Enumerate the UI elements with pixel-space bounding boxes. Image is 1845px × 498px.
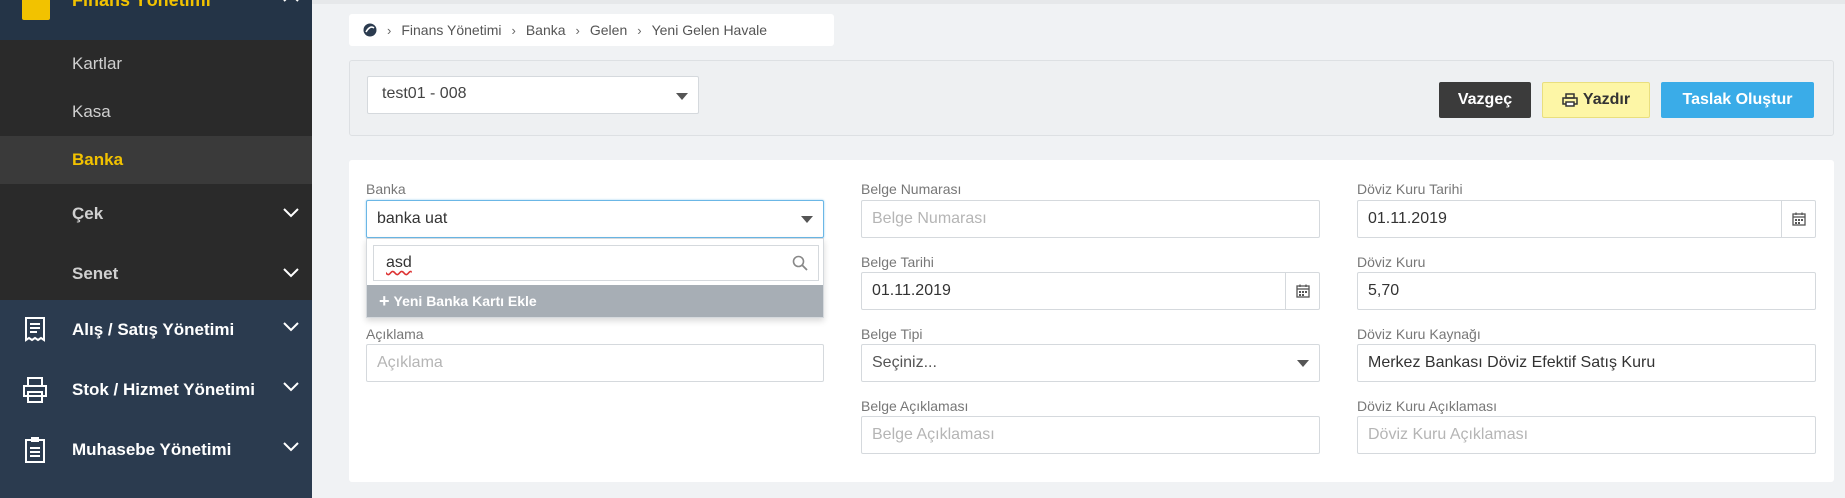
aciklama-label: Açıklama bbox=[366, 326, 424, 342]
printer-stock-icon bbox=[23, 377, 47, 403]
belge-tarihi-input[interactable]: 01.11.2019 bbox=[861, 272, 1320, 310]
cancel-button-label: Vazgeç bbox=[1457, 91, 1513, 108]
doviz-kuru-kaynagi-value: Merkez Bankası Döviz Efektif Satış Kuru bbox=[1368, 354, 1656, 371]
sidebar-subitem-label: Banka bbox=[72, 150, 124, 169]
chevron-down-icon[interactable] bbox=[282, 266, 300, 278]
finans-submenu: Kartlar Kasa Banka Çek Senet bbox=[0, 40, 312, 300]
breadcrumb-item-current: Yeni Gelen Havale bbox=[651, 22, 768, 38]
doviz-kuru-kaynagi-input[interactable]: Merkez Bankası Döviz Efektif Satış Kuru bbox=[1357, 344, 1816, 382]
form-card: Banka banka uat Açıklama Açıklama Belge … bbox=[349, 160, 1834, 482]
breadcrumb-item[interactable]: Banka bbox=[526, 22, 566, 38]
doviz-kuru-aciklamasi-placeholder: Döviz Kuru Açıklaması bbox=[1368, 426, 1529, 443]
belge-tipi-label: Belge Tipi bbox=[861, 326, 923, 342]
sidebar: Finans Yönetimi Kartlar Kasa Banka Çek S… bbox=[0, 0, 312, 498]
clipboard-icon bbox=[25, 437, 45, 463]
sidebar-subitem-senet[interactable]: Senet bbox=[0, 250, 312, 298]
caret-down-icon bbox=[676, 93, 688, 100]
belge-numarasi-placeholder: Belge Numarası bbox=[872, 210, 987, 227]
top-divider bbox=[312, 0, 1845, 4]
breadcrumb-separator: › bbox=[575, 22, 580, 38]
sidebar-subitem-label: Kartlar bbox=[72, 54, 123, 73]
aciklama-input[interactable]: Açıklama bbox=[366, 344, 824, 382]
doviz-kuru-tarihi-input[interactable]: 01.11.2019 bbox=[1357, 200, 1816, 238]
chevron-down-icon[interactable] bbox=[282, 320, 300, 332]
sidebar-item-label: Stok / Hizmet Yönetimi bbox=[72, 380, 255, 399]
sidebar-subitem-label: Çek bbox=[72, 204, 104, 223]
sidebar-subitem-kartlar[interactable]: Kartlar bbox=[0, 40, 312, 88]
doviz-kuru-aciklamasi-label: Döviz Kuru Açıklaması bbox=[1357, 398, 1498, 414]
caret-down-icon bbox=[1297, 360, 1309, 367]
belge-aciklamasi-input[interactable]: Belge Açıklaması bbox=[861, 416, 1320, 454]
doviz-kuru-tarihi-label: Döviz Kuru Tarihi bbox=[1357, 181, 1463, 197]
chevron-down-icon[interactable] bbox=[282, 440, 300, 452]
doviz-kuru-label: Döviz Kuru bbox=[1357, 254, 1426, 270]
breadcrumb: › Finans Yönetimi › Banka › Gelen › Yeni… bbox=[349, 14, 834, 46]
belge-numarasi-input[interactable]: Belge Numarası bbox=[861, 200, 1320, 238]
add-bank-card-option[interactable]: + Yeni Banka Kartı Ekle bbox=[367, 285, 823, 317]
sidebar-item-muhasebe[interactable]: Muhasebe Yönetimi bbox=[0, 420, 312, 480]
belge-tarihi-label: Belge Tarihi bbox=[861, 254, 934, 270]
sidebar-item-stok-hizmet[interactable]: Stok / Hizmet Yönetimi bbox=[0, 360, 312, 420]
sidebar-subitem-label: Kasa bbox=[72, 102, 111, 121]
belge-tarihi-value: 01.11.2019 bbox=[872, 282, 951, 299]
sidebar-subitem-banka[interactable]: Banka bbox=[0, 136, 312, 184]
sidebar-item-label: Alış / Satış Yönetimi bbox=[72, 320, 235, 339]
banka-search-value: asd bbox=[386, 254, 412, 271]
sidebar-item-label: Muhasebe Yönetimi bbox=[72, 440, 232, 459]
toolbar-card: test01 - 008 Vazgeç Yazdır Taslak Oluştu… bbox=[349, 60, 1834, 136]
doviz-kuru-tarihi-calendar-button[interactable] bbox=[1781, 201, 1815, 237]
calendar-icon bbox=[1791, 212, 1806, 226]
aciklama-placeholder: Açıklama bbox=[377, 354, 443, 371]
printer-icon bbox=[1562, 93, 1578, 107]
doviz-kuru-input[interactable]: 5,70 bbox=[1357, 272, 1816, 310]
search-icon bbox=[792, 255, 808, 271]
draft-button-label: Taslak Oluştur bbox=[1682, 91, 1793, 108]
cancel-button[interactable]: Vazgeç bbox=[1439, 82, 1531, 118]
home-icon[interactable] bbox=[363, 23, 377, 37]
banka-dropdown: asd + Yeni Banka Kartı Ekle bbox=[366, 238, 824, 318]
breadcrumb-item[interactable]: Finans Yönetimi bbox=[401, 22, 501, 38]
plus-icon: + bbox=[379, 290, 390, 311]
receipt-icon bbox=[25, 317, 45, 342]
doviz-kuru-kaynagi-label: Döviz Kuru Kaynağı bbox=[1357, 326, 1481, 342]
sidebar-subitem-label: Senet bbox=[72, 264, 119, 283]
sidebar-subitem-kasa[interactable]: Kasa bbox=[0, 88, 312, 136]
sidebar-subitem-cek[interactable]: Çek bbox=[0, 190, 312, 238]
belge-aciklamasi-label: Belge Açıklaması bbox=[861, 398, 969, 414]
chevron-down-icon[interactable] bbox=[282, 380, 300, 392]
draft-button[interactable]: Taslak Oluştur bbox=[1661, 82, 1814, 118]
belge-tarihi-calendar-button[interactable] bbox=[1285, 273, 1319, 309]
calendar-icon bbox=[1295, 284, 1310, 298]
belge-numarasi-label: Belge Numarası bbox=[861, 181, 962, 197]
belge-aciklamasi-placeholder: Belge Açıklaması bbox=[872, 426, 995, 443]
company-select[interactable]: test01 - 008 bbox=[367, 76, 699, 114]
doviz-kuru-aciklamasi-input[interactable]: Döviz Kuru Açıklaması bbox=[1357, 416, 1816, 454]
doviz-kuru-value: 5,70 bbox=[1368, 282, 1400, 299]
breadcrumb-separator: › bbox=[637, 22, 642, 38]
breadcrumb-item[interactable]: Gelen bbox=[590, 22, 627, 38]
banka-select[interactable]: banka uat bbox=[366, 200, 824, 238]
chevron-up-icon[interactable] bbox=[282, 0, 300, 3]
banka-label: Banka bbox=[366, 181, 406, 197]
belge-tipi-value: Seçiniz... bbox=[872, 354, 937, 371]
caret-down-icon bbox=[801, 216, 813, 223]
sidebar-item-label: Finans Yönetimi bbox=[72, 0, 211, 10]
doviz-kuru-tarihi-value: 01.11.2019 bbox=[1368, 210, 1447, 227]
breadcrumb-separator: › bbox=[387, 22, 392, 38]
belge-tipi-select[interactable]: Seçiniz... bbox=[861, 344, 1320, 382]
sidebar-item-finans[interactable]: Finans Yönetimi bbox=[0, 0, 312, 40]
banka-select-value: banka uat bbox=[377, 210, 448, 227]
company-select-value: test01 - 008 bbox=[382, 85, 467, 102]
print-button-label: Yazdır bbox=[1582, 91, 1631, 108]
sidebar-item-alis-satis[interactable]: Alış / Satış Yönetimi bbox=[0, 300, 312, 360]
banka-search-input[interactable]: asd bbox=[373, 245, 819, 281]
print-button[interactable]: Yazdır bbox=[1542, 82, 1650, 118]
finance-icon bbox=[22, 0, 50, 20]
add-bank-card-label: Yeni Banka Kartı Ekle bbox=[393, 293, 537, 309]
breadcrumb-separator: › bbox=[511, 22, 516, 38]
chevron-down-icon[interactable] bbox=[282, 206, 300, 218]
